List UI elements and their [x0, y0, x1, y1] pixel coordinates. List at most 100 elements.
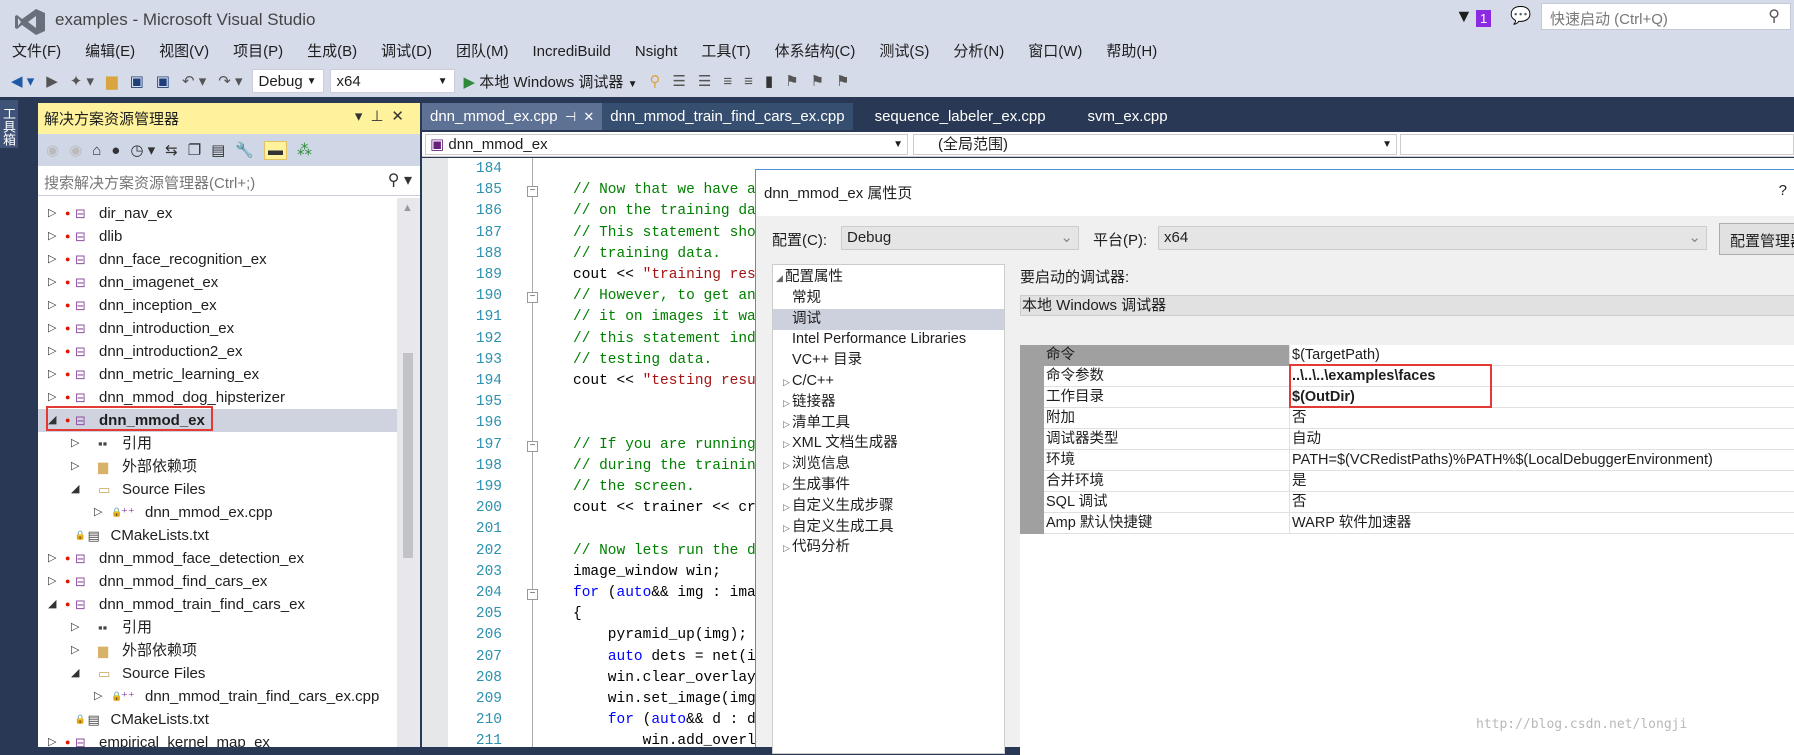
uncomment-icon[interactable]: ≡: [741, 73, 756, 90]
show-all-files-icon[interactable]: ▤: [211, 141, 225, 159]
collapsed-arrow-icon[interactable]: ▷: [48, 570, 56, 593]
platform-select[interactable]: x64 ⌄: [1158, 226, 1707, 250]
help-button[interactable]: ?: [1779, 182, 1787, 199]
new-project-icon[interactable]: ✦ ▾: [67, 72, 97, 90]
close-icon[interactable]: ✕: [391, 108, 412, 125]
property-category[interactable]: ▷ 自定义生成工具: [773, 517, 1004, 538]
property-category[interactable]: 调试: [773, 308, 1004, 330]
config-select[interactable]: Debug ⌄: [841, 226, 1079, 250]
menu-item[interactable]: 文件(F): [0, 40, 73, 64]
tree-item[interactable]: ▷ ● ⊟ empirical_kernel_map_ex: [38, 731, 397, 747]
home-icon[interactable]: ⌂: [92, 142, 101, 159]
property-category[interactable]: ▷ 清单工具: [773, 413, 1004, 434]
collapsed-arrow-icon[interactable]: ▷: [48, 731, 56, 747]
menu-item[interactable]: 编辑(E): [73, 40, 147, 64]
pin-icon[interactable]: ⊣ ✕: [558, 109, 594, 124]
back-icon[interactable]: ◉: [46, 141, 59, 159]
property-value[interactable]: WARP 软件加速器: [1291, 513, 1411, 533]
tree-item[interactable]: ▷ ● ⊟ dnn_inception_ex: [38, 294, 397, 317]
tree-item[interactable]: ▷ ● ⊟ dnn_metric_learning_ex: [38, 363, 397, 386]
menu-item[interactable]: 帮助(H): [1094, 40, 1169, 64]
property-category[interactable]: ▷ 链接器: [773, 392, 1004, 413]
collapse-icon[interactable]: −: [527, 589, 538, 600]
collapsed-arrow-icon[interactable]: ▷: [48, 363, 56, 386]
toolbox-tab[interactable]: 工具箱: [0, 100, 18, 148]
pending-changes-icon[interactable]: ◷ ▾: [130, 141, 155, 159]
property-row[interactable]: 合并环境是: [1044, 471, 1794, 492]
scrollbar-thumb[interactable]: [403, 353, 413, 558]
tree-scrollbar[interactable]: ▲: [397, 198, 420, 747]
property-value[interactable]: 是: [1291, 471, 1307, 491]
collapsed-arrow-icon[interactable]: ▷: [71, 455, 79, 478]
redo-icon[interactable]: ↷ ▾: [215, 72, 245, 90]
menu-item[interactable]: 团队(M): [444, 40, 521, 64]
collapsed-arrow-icon[interactable]: ▷: [94, 501, 102, 524]
property-category[interactable]: ▷ 浏览信息: [773, 454, 1004, 475]
tree-item[interactable]: ◢ ▭ Source Files: [38, 662, 397, 685]
property-value[interactable]: $(TargetPath): [1291, 345, 1380, 365]
property-row[interactable]: SQL 调试否: [1044, 492, 1794, 513]
find-in-files-icon[interactable]: ⚲: [646, 72, 663, 90]
property-category[interactable]: ▷ 自定义生成步骤: [773, 496, 1004, 517]
property-value[interactable]: 否: [1291, 492, 1307, 512]
prev-bookmark-icon[interactable]: ⚑: [782, 72, 801, 90]
solution-search-input[interactable]: 搜索解决方案资源管理器(Ctrl+;) ⚲ ▾: [38, 167, 420, 196]
property-category[interactable]: ▷ 生成事件: [773, 475, 1004, 496]
collapsed-arrow-icon[interactable]: ▷: [48, 271, 56, 294]
tree-item[interactable]: ▷ ● ⊟ dnn_face_recognition_ex: [38, 248, 397, 271]
collapsed-arrow-icon[interactable]: ▷: [71, 616, 79, 639]
menu-item[interactable]: 测试(S): [867, 40, 941, 64]
open-file-icon[interactable]: ▆: [103, 72, 121, 90]
member-dropdown[interactable]: [1400, 134, 1794, 155]
property-value[interactable]: 否: [1291, 408, 1307, 428]
back-icon[interactable]: ◀ ▾: [8, 72, 37, 90]
tree-item[interactable]: ▷ ▪▪ 引用: [38, 616, 397, 639]
solution-config-select[interactable]: Debug ▼: [251, 69, 324, 93]
menu-item[interactable]: 调试(D): [369, 40, 444, 64]
comment-icon[interactable]: ≡: [720, 73, 735, 90]
collapse-all-icon[interactable]: ❐: [188, 141, 201, 159]
start-debugging-button[interactable]: ▶ 本地 Windows 调试器 ▼: [461, 71, 641, 92]
notification-filter-icon[interactable]: ▼: [1455, 6, 1473, 27]
editor-tab[interactable]: sequence_labeler_ex.cpp: [867, 103, 1054, 130]
collapsed-arrow-icon[interactable]: ▷: [48, 202, 56, 225]
menu-item[interactable]: IncrediBuild: [520, 40, 622, 64]
collapsed-arrow-icon[interactable]: ▷: [48, 294, 56, 317]
tree-item[interactable]: ▷ ● ⊟ dir_nav_ex: [38, 202, 397, 225]
pin-icon[interactable]: ⊥: [370, 108, 391, 125]
property-value[interactable]: PATH=$(VCRedistPaths)%PATH%$(LocalDebugg…: [1291, 450, 1713, 470]
clear-bookmarks-icon[interactable]: ⚑: [833, 72, 852, 90]
property-row[interactable]: 附加否: [1044, 408, 1794, 429]
feedback-icon[interactable]: 💬: [1510, 6, 1531, 26]
collapse-icon[interactable]: −: [527, 292, 538, 304]
scroll-up-icon[interactable]: ▲: [402, 202, 413, 214]
tree-item[interactable]: ▷ ● ⊟ dnn_imagenet_ex: [38, 271, 397, 294]
menu-item[interactable]: 生成(B): [295, 40, 369, 64]
property-category[interactable]: Intel Performance Libraries: [773, 329, 1004, 350]
expanded-arrow-icon[interactable]: ◢: [71, 478, 79, 501]
undo-icon[interactable]: ↶ ▾: [179, 72, 209, 90]
property-category[interactable]: ▷ XML 文档生成器: [773, 433, 1004, 454]
editor-tab[interactable]: svm_ex.cpp: [1080, 103, 1176, 130]
tree-item[interactable]: ◢ ▭ Source Files: [38, 478, 397, 501]
save-all-icon[interactable]: ▣: [153, 72, 173, 90]
collapsed-arrow-icon[interactable]: ▷: [71, 432, 79, 455]
property-row[interactable]: 命令 $(TargetPath): [1044, 345, 1794, 366]
tree-item[interactable]: 🔒 ▤ CMakeLists.txt: [38, 524, 397, 547]
tree-item[interactable]: ▷ ● ⊟ dnn_mmod_face_detection_ex: [38, 547, 397, 570]
tree-item[interactable]: ▷ ▪▪ 引用: [38, 432, 397, 455]
collapsed-arrow-icon[interactable]: ▷: [94, 685, 102, 708]
menu-item[interactable]: Nsight: [623, 40, 690, 64]
property-category[interactable]: ▷ C/C++: [773, 371, 1004, 392]
bookmark-icon[interactable]: ▮: [762, 72, 776, 90]
editor-tab[interactable]: dnn_mmod_ex.cpp ⊣ ✕: [422, 103, 603, 130]
solution-platform-select[interactable]: x64 ▼: [329, 69, 455, 93]
config-manager-button[interactable]: 配置管理器(O)...: [1719, 223, 1794, 255]
scope-dropdown[interactable]: (全局范围) ▼: [913, 134, 1397, 155]
collapsed-arrow-icon[interactable]: ▷: [71, 639, 79, 662]
tree-item[interactable]: ▷ 🔒 ⁺⁺ dnn_mmod_ex.cpp: [38, 501, 397, 524]
notification-badge[interactable]: 1: [1476, 10, 1492, 27]
sync-icon[interactable]: ⇆: [165, 141, 178, 159]
menu-item[interactable]: 窗口(W): [1016, 40, 1094, 64]
collapsed-arrow-icon[interactable]: ▷: [48, 225, 56, 248]
